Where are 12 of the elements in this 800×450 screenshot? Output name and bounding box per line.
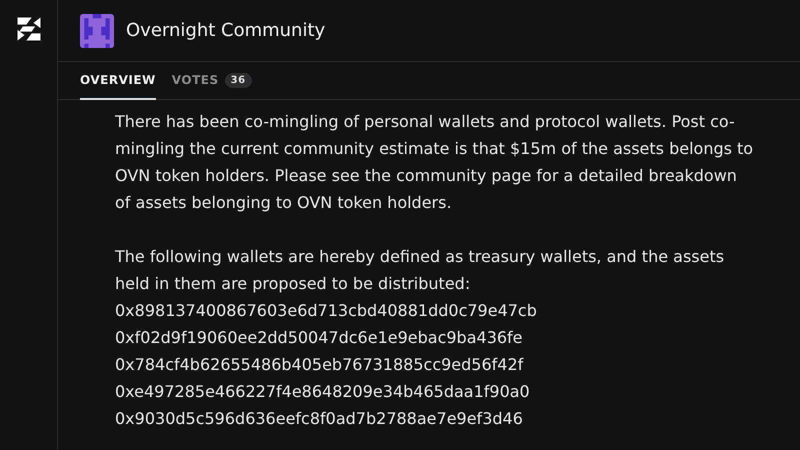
community-avatar-icon: [80, 14, 114, 48]
proposal-paragraph: There has been co-mingling of personal wallets and protocol wallets. Post co-mingling the current community estimate is that $15m of the assets belongs to OVN token holders. Please see the community page for a detailed breakdown of assets belonging to OVN token holders.: [115, 111, 754, 214]
wallet-address: 0xf02d9f19060ee2dd50047dc6e1e9ebac9ba436fe: [115, 327, 524, 349]
tab[interactable]: OVERVIEW: [80, 62, 156, 100]
wallet-address: 0x784cf4b62655486b405eb76731885cc9ed56f42f: [115, 354, 524, 376]
wallet-address: 0xe497285e466227f4e8648209e34b465daa1f90a0: [115, 381, 531, 403]
tab[interactable]: VOTES 36: [172, 62, 252, 100]
wallet-address: 0x898137400867603e6d713cbd40881dd0c79e47cb: [115, 300, 538, 322]
community-title: Overnight Community: [126, 20, 326, 41]
proposal-paragraph: The following wallets are hereby defined as treasury wallets, and the assets held in them are proposed to be distributed:: [115, 246, 726, 295]
vote-count: 36: [224, 72, 252, 88]
wallet-address: 0x9030d5c596d636eefc8f0ad7b2788ae7e9ef3d46: [115, 408, 524, 430]
